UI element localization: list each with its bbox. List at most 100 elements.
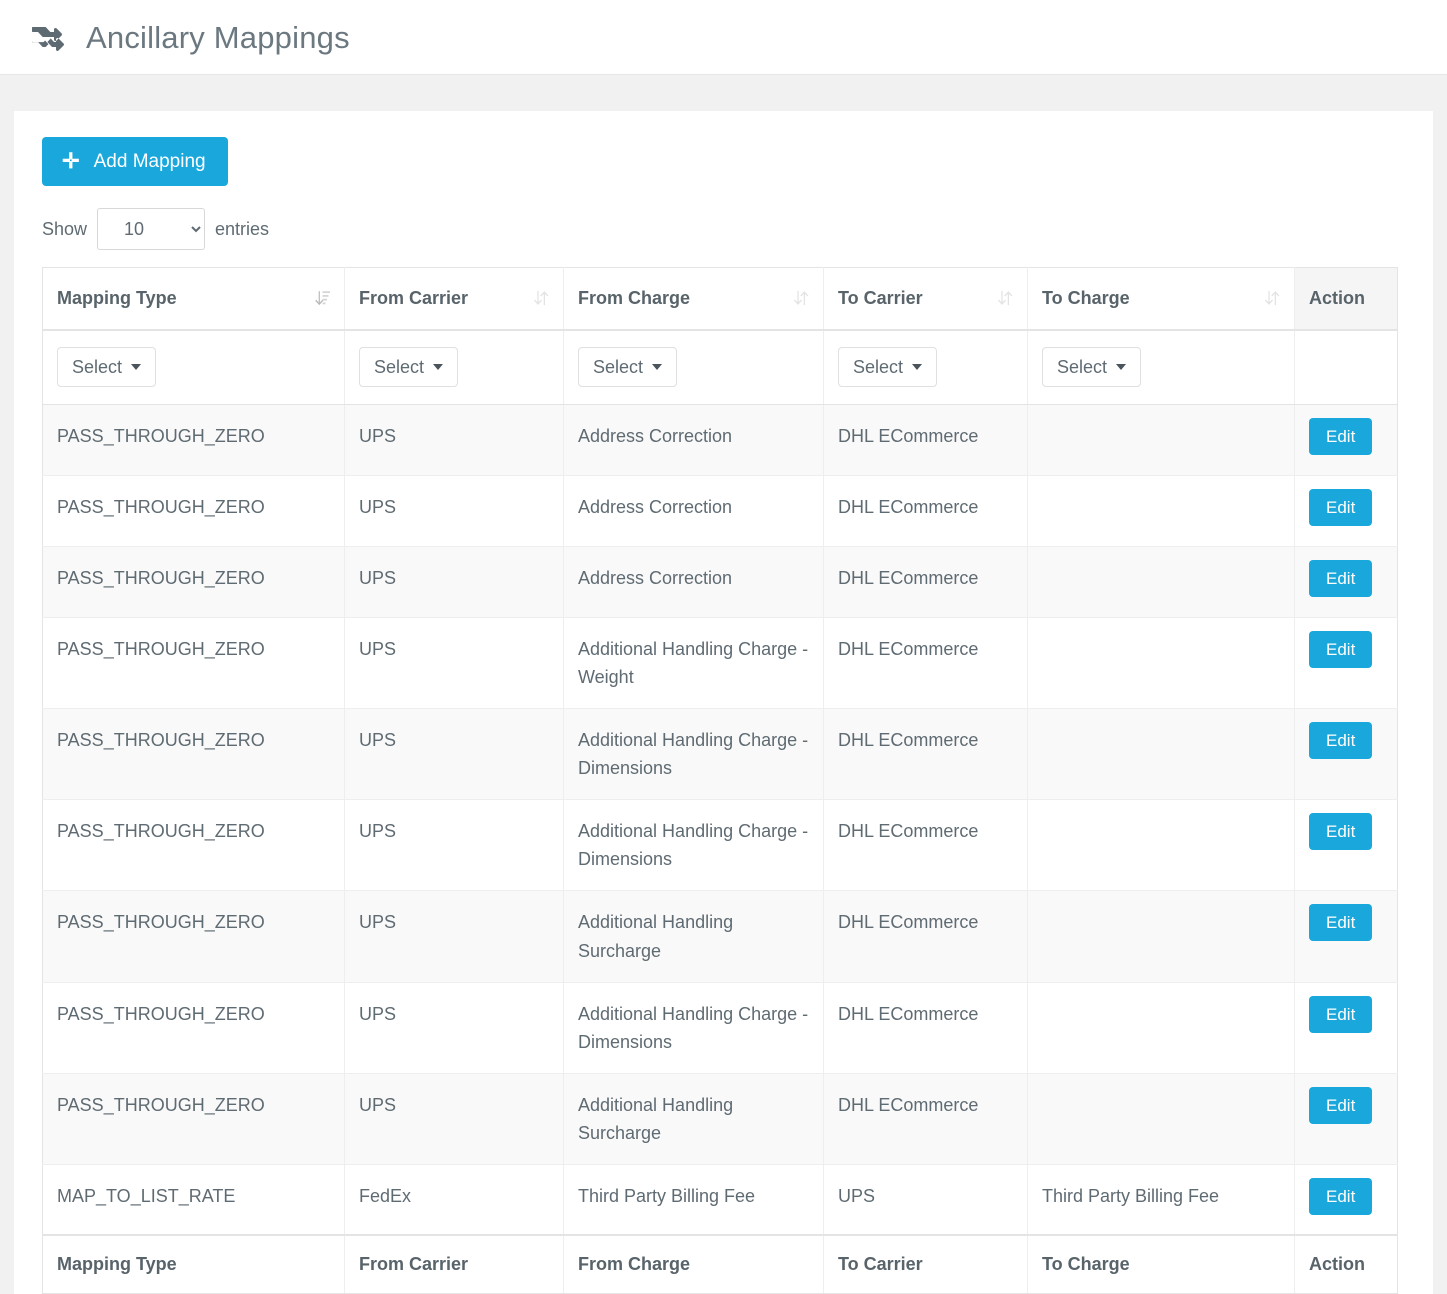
table-row: PASS_THROUGH_ZERO UPS Additional Handling … (42, 617, 1398, 710)
table-row: PASS_THROUGH_ZERO UPS Address Correction DH… (42, 546, 1398, 618)
filter-cell-from-carrier: Select (344, 329, 564, 405)
cell-action: Edit (1294, 982, 1398, 1074)
cell-to-charge (1027, 1073, 1295, 1165)
content-panel: ✛ Add Mapping Show 102550100 entries Map… (14, 111, 1433, 1294)
cell-to-charge (1027, 890, 1295, 983)
footer-cell-action: Action (1294, 1234, 1398, 1294)
page-title: Ancillary Mappings (86, 19, 350, 55)
cell-to-carrier: DHL ECommerce (823, 404, 1028, 476)
table-row: PASS_THROUGH_ZERO UPS Additional Handling … (42, 799, 1398, 892)
filter-select-from-charge[interactable]: Select (578, 347, 678, 388)
column-header-label: To Charge (1042, 287, 1130, 308)
column-header-label: Mapping Type (57, 287, 177, 308)
sort-amount-desc-icon[interactable] (315, 289, 330, 307)
sort-neutral-icon[interactable] (794, 289, 809, 307)
filter-select-to-charge[interactable]: Select (1042, 347, 1142, 388)
table-footer-row: Mapping Type From Carrier From Charge To… (42, 1234, 1398, 1294)
footer-cell-to-carrier: To Carrier (823, 1234, 1028, 1294)
cell-to-charge (1027, 404, 1295, 476)
footer-cell-from-carrier: From Carrier (344, 1234, 564, 1294)
footer-cell-from-charge: From Charge (563, 1234, 824, 1294)
cell-from-charge: Additional Handling Surcharge (563, 890, 824, 983)
filter-cell-to-carrier: Select (823, 329, 1028, 405)
filter-select-label: Select (374, 357, 425, 378)
length-menu: Show 102550100 entries (42, 208, 1405, 250)
edit-button[interactable]: Edit (1309, 722, 1373, 760)
column-header-to-charge[interactable]: To Charge (1027, 267, 1295, 331)
cell-to-carrier: UPS (823, 1164, 1028, 1236)
cell-mapping-type: PASS_THROUGH_ZERO (42, 475, 345, 547)
filter-select-mapping-type[interactable]: Select (57, 347, 157, 388)
sort-neutral-icon[interactable] (534, 289, 549, 307)
cell-to-charge: Third Party Billing Fee (1027, 1164, 1295, 1236)
cell-action: Edit (1294, 475, 1398, 547)
table-filter-row: Select Select Select Select Select (42, 329, 1398, 405)
table-row: PASS_THROUGH_ZERO UPS Additional Handling … (42, 982, 1398, 1074)
cell-action: Edit (1294, 708, 1398, 801)
header-spacer (0, 75, 1447, 111)
cell-action: Edit (1294, 1073, 1398, 1165)
column-header-from-charge[interactable]: From Charge (563, 267, 824, 331)
edit-button[interactable]: Edit (1309, 418, 1373, 455)
cell-from-charge: Third Party Billing Fee (563, 1164, 824, 1236)
chevron-down-icon (912, 364, 923, 371)
cell-action: Edit (1294, 617, 1398, 710)
cell-action: Edit (1294, 1164, 1398, 1236)
column-header-from-carrier[interactable]: From Carrier (344, 267, 564, 331)
cell-from-carrier: FedEx (344, 1164, 564, 1236)
table-row: PASS_THROUGH_ZERO UPS Additional Handling … (42, 1073, 1398, 1165)
filter-select-from-carrier[interactable]: Select (359, 347, 459, 388)
cell-action: Edit (1294, 890, 1398, 983)
edit-button[interactable]: Edit (1309, 1177, 1373, 1215)
cell-from-carrier: UPS (344, 708, 564, 801)
filter-select-label: Select (1057, 357, 1108, 378)
edit-button[interactable]: Edit (1309, 995, 1373, 1033)
table-row: PASS_THROUGH_ZERO UPS Additional Handling … (42, 890, 1398, 983)
table-row: PASS_THROUGH_ZERO UPS Additional Handling … (42, 708, 1398, 801)
filter-cell-to-charge: Select (1027, 329, 1295, 405)
cell-from-charge: Additional Handling Charge - Weight (563, 617, 824, 710)
cell-to-carrier: DHL ECommerce (823, 708, 1028, 801)
cell-mapping-type: PASS_THROUGH_ZERO (42, 1073, 345, 1165)
cell-from-carrier: UPS (344, 1073, 564, 1165)
cell-to-carrier: DHL ECommerce (823, 546, 1028, 618)
table-row: PASS_THROUGH_ZERO UPS Address Correction DH… (42, 404, 1398, 476)
cell-action: Edit (1294, 404, 1398, 476)
cell-from-charge: Additional Handling Charge - Dimensions (563, 708, 824, 801)
table-foot: Mapping Type From Carrier From Charge To… (42, 1234, 1398, 1294)
edit-button[interactable]: Edit (1309, 489, 1373, 526)
footer-cell-to-charge: To Charge (1027, 1234, 1295, 1294)
edit-button[interactable]: Edit (1309, 631, 1373, 668)
column-header-to-carrier[interactable]: To Carrier (823, 267, 1028, 331)
cell-action: Edit (1294, 799, 1398, 892)
edit-button[interactable]: Edit (1309, 560, 1373, 597)
filter-cell-from-charge: Select (563, 329, 824, 405)
edit-button[interactable]: Edit (1309, 904, 1373, 942)
sort-neutral-icon[interactable] (1265, 289, 1280, 307)
cell-to-carrier: DHL ECommerce (823, 982, 1028, 1074)
sort-neutral-icon[interactable] (998, 289, 1013, 307)
footer-cell-mapping-type: Mapping Type (42, 1234, 345, 1294)
plus-icon: ✛ (62, 150, 80, 173)
add-mapping-label: Add Mapping (93, 151, 206, 172)
filter-select-to-carrier[interactable]: Select (838, 347, 938, 388)
cell-mapping-type: PASS_THROUGH_ZERO (42, 799, 345, 892)
cell-to-carrier: DHL ECommerce (823, 1073, 1028, 1165)
edit-button[interactable]: Edit (1309, 813, 1373, 851)
table-head: Mapping Type From Carrier From Charge To… (42, 267, 1398, 405)
column-header-mapping-type[interactable]: Mapping Type (42, 267, 345, 331)
shuffle-icon (24, 13, 72, 61)
entries-per-page-select[interactable]: 102550100 (97, 208, 206, 250)
edit-button[interactable]: Edit (1309, 1086, 1373, 1124)
table-row: MAP_TO_LIST_RATE FedEx Third Party Billing… (42, 1164, 1398, 1236)
cell-from-carrier: UPS (344, 982, 564, 1074)
cell-from-charge: Address Correction (563, 546, 824, 618)
cell-from-charge: Additional Handling Surcharge (563, 1073, 824, 1165)
cell-to-charge (1027, 475, 1295, 547)
add-mapping-button[interactable]: ✛ Add Mapping (42, 137, 228, 186)
cell-mapping-type: PASS_THROUGH_ZERO (42, 982, 345, 1074)
cell-from-carrier: UPS (344, 890, 564, 983)
filter-cell-mapping-type: Select (42, 329, 345, 405)
cell-action: Edit (1294, 546, 1398, 618)
table-row: PASS_THROUGH_ZERO UPS Address Correction DH… (42, 475, 1398, 547)
